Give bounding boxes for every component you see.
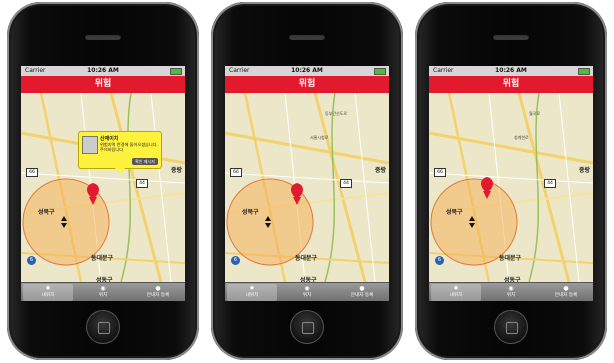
tab-bar: ✸ 내위치 ◉ 위치 ● 안내자 등록: [429, 282, 593, 301]
road-sign: 44: [544, 179, 556, 188]
phone-2: Carrier 10:26 AM 위험 성북구 동대문구 성동구 중랑 서울시청…: [211, 2, 403, 360]
tab-label: 내위치: [41, 293, 55, 298]
home-button[interactable]: [86, 310, 120, 344]
district-label: 동대문구: [91, 255, 114, 262]
road-label: 서울시청로: [310, 135, 329, 140]
phone-3: Carrier 10:26 AM 위험 성북구 동대문구 성동구 중랑 청계천로…: [415, 2, 607, 360]
person-icon: ●: [155, 285, 161, 292]
phone-1: Carrier 10:26 AM 위험 성북구 동대문구 성동구 중랑 6 66…: [7, 2, 199, 360]
tab-my-location[interactable]: ✸ 내위치: [23, 284, 73, 301]
clock: 10:26 AM: [291, 67, 323, 74]
tab-label: 위치: [98, 293, 108, 298]
tab-label: 안내자 등록: [146, 293, 170, 298]
pin-icon: ◉: [508, 285, 514, 292]
road-sign: 66: [26, 168, 38, 177]
tab-label: 내위치: [245, 293, 259, 298]
home-button[interactable]: [290, 310, 324, 344]
battery-icon: [374, 68, 386, 75]
popup-confirm-button[interactable]: 확인 메시지: [132, 158, 158, 165]
district-label: 중랑: [171, 167, 183, 174]
tab-my-location[interactable]: ✸ 내위치: [431, 284, 481, 301]
screen: Carrier 10:26 AM 위험 성북구: [21, 66, 185, 301]
person-icon: ●: [359, 285, 365, 292]
avatar: [82, 136, 98, 154]
nav-title: 위험: [21, 76, 185, 93]
pin-icon: ◉: [100, 285, 106, 292]
pin-icon: ◉: [304, 285, 310, 292]
alert-icon: ✸: [249, 285, 255, 292]
clock: 10:26 AM: [87, 67, 119, 74]
home-button[interactable]: [494, 310, 528, 344]
map-view[interactable]: 성북구 동대문구 성동구 중랑 청계천로 월곡로 6 66 44: [429, 93, 593, 284]
tab-bar: ✸ 내위치 ◉ 위치 ● 안내자 등록: [21, 282, 185, 301]
road-sign: 44: [340, 179, 352, 188]
status-bar: Carrier 10:26 AM: [429, 66, 593, 76]
tab-label: 안내자 등록: [554, 293, 578, 298]
district-label: 성북구: [446, 209, 463, 216]
speaker-grille: [85, 34, 121, 40]
district-label: 동대문구: [499, 255, 522, 262]
route-badge: 6: [231, 256, 240, 265]
tab-label: 안내자 등록: [350, 293, 374, 298]
tab-location[interactable]: ◉ 위치: [78, 284, 128, 301]
nav-title: 위험: [429, 76, 593, 93]
battery-icon: [578, 68, 590, 75]
tab-my-location[interactable]: ✸ 내위치: [227, 284, 277, 301]
district-label: 중랑: [375, 167, 387, 174]
tab-label: 위치: [302, 293, 312, 298]
district-label: 중랑: [579, 167, 591, 174]
district-label: 동대문구: [295, 255, 318, 262]
tab-label: 내위치: [449, 293, 463, 298]
tab-location[interactable]: ◉ 위치: [486, 284, 536, 301]
district-label: 성북구: [38, 209, 55, 216]
tab-bar: ✸ 내위치 ◉ 위치 ● 안내자 등록: [225, 282, 389, 301]
road-label: 청계천로: [514, 135, 529, 140]
route-badge: 6: [435, 256, 444, 265]
tab-register[interactable]: ● 안내자 등록: [541, 284, 591, 301]
route-badge: 6: [27, 256, 36, 265]
alert-icon: ✸: [453, 285, 459, 292]
screen: Carrier 10:26 AM 위험 성북구: [225, 66, 389, 301]
tab-register[interactable]: ● 안내자 등록: [337, 284, 387, 301]
alert-icon: ✸: [45, 285, 51, 292]
status-bar: Carrier 10:26 AM: [21, 66, 185, 76]
road-label: 월곡로: [529, 111, 541, 116]
alert-popup: 산재이치 위험지역 반경에 들어오셨습니다. 주의바랍니다 확인 메시지: [78, 131, 162, 174]
person-icon: ●: [563, 285, 569, 292]
nav-title: 위험: [225, 76, 389, 93]
speaker-grille: [289, 34, 325, 40]
battery-icon: [170, 68, 182, 75]
tab-register[interactable]: ● 안내자 등록: [133, 284, 183, 301]
popup-title: 산재이치: [100, 136, 119, 142]
road-sign: 44: [136, 179, 148, 188]
road-label: 동부간선도로: [325, 111, 348, 116]
clock: 10:26 AM: [495, 67, 527, 74]
popup-tail: [115, 168, 125, 174]
road-sign: 66: [230, 168, 242, 177]
road-sign: 66: [434, 168, 446, 177]
tab-label: 위치: [506, 293, 516, 298]
tab-location[interactable]: ◉ 위치: [282, 284, 332, 301]
popup-message: 위험지역 반경에 들어오셨습니다. 주의바랍니다: [100, 142, 158, 152]
map-view[interactable]: 성북구 동대문구 성동구 중랑 서울시청로 동부간선도로 6 66 44: [225, 93, 389, 284]
district-label: 성북구: [242, 209, 259, 216]
status-bar: Carrier 10:26 AM: [225, 66, 389, 76]
speaker-grille: [493, 34, 529, 40]
map-view[interactable]: 성북구 동대문구 성동구 중랑 6 66 44 산재이치 위험지역 반경에 들어…: [21, 93, 185, 284]
screen: Carrier 10:26 AM 위험 성북구: [429, 66, 593, 301]
